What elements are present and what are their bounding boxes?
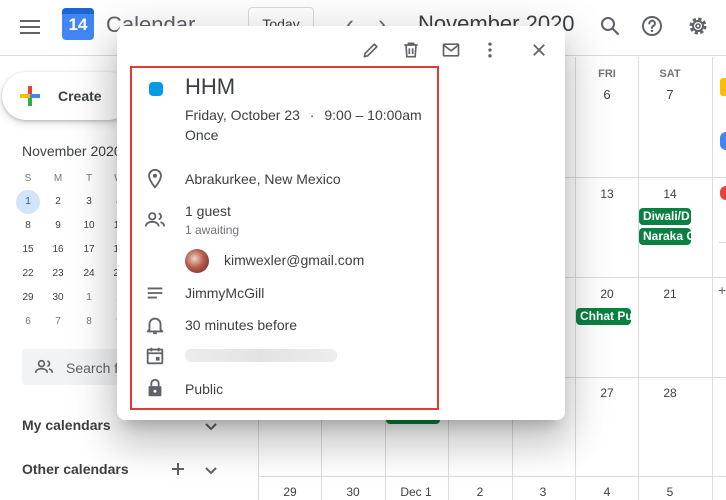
chevron-down-icon[interactable]: [203, 463, 219, 479]
event-visibility: Public: [185, 381, 224, 397]
guest-count: 1 guest: [185, 203, 231, 219]
other-calendars-heading[interactable]: Other calendars: [22, 461, 129, 477]
logo-day: 14: [68, 15, 88, 34]
calendar-icon: [146, 347, 164, 365]
event-time: 9:00 – 10:00am: [324, 107, 422, 123]
event-color-swatch: [149, 82, 163, 96]
event-datetime: Friday, October 23 · 9:00 – 10:00am: [185, 107, 422, 123]
event-description: JimmyMcGill: [185, 285, 265, 301]
chevron-down-icon[interactable]: [203, 419, 219, 435]
guests-icon: [144, 212, 166, 227]
guest-status: 1 awaiting: [185, 223, 240, 237]
mini-day[interactable]: 30: [46, 286, 70, 310]
mini-day[interactable]: 6: [16, 310, 40, 334]
guest-avatar: [185, 249, 209, 273]
mini-day[interactable]: 16: [46, 238, 70, 262]
day-number[interactable]: 21: [655, 287, 685, 301]
more-options-icon[interactable]: [476, 36, 504, 64]
dow-header-fri: FRI: [598, 68, 616, 80]
day-number[interactable]: 5: [655, 485, 685, 499]
lock-icon: [148, 378, 162, 397]
datetime-separator: ·: [309, 107, 315, 123]
mini-dow: M: [53, 173, 63, 184]
mini-day[interactable]: 1: [16, 190, 40, 214]
people-icon: [34, 359, 54, 373]
settings-gear-icon[interactable]: [686, 14, 710, 38]
mini-day[interactable]: 3: [77, 190, 101, 214]
event-chip-diwali[interactable]: Diwali/D: [639, 208, 691, 225]
tasks-addon-icon[interactable]: [720, 132, 726, 150]
mini-day[interactable]: 8: [16, 214, 40, 238]
contacts-addon-icon[interactable]: [720, 186, 726, 200]
delete-event-icon[interactable]: [397, 36, 425, 64]
guest-email[interactable]: kimwexler@gmail.com: [224, 252, 364, 268]
close-popup-icon[interactable]: [525, 36, 553, 64]
mini-day[interactable]: 22: [16, 262, 40, 286]
mini-day[interactable]: 24: [77, 262, 101, 286]
calendar-logo-icon[interactable]: 14: [62, 8, 94, 40]
my-calendars-heading[interactable]: My calendars: [22, 417, 111, 433]
day-number[interactable]: 14: [655, 187, 685, 201]
mini-calendar-month: November 2020: [22, 143, 122, 159]
help-icon[interactable]: [640, 14, 664, 38]
mini-day[interactable]: 9: [46, 214, 70, 238]
search-icon[interactable]: [598, 14, 622, 38]
description-icon: [147, 287, 163, 299]
event-chip-naraka[interactable]: Naraka C: [639, 228, 691, 245]
mini-day[interactable]: 1: [77, 286, 101, 310]
mini-day[interactable]: 17: [77, 238, 101, 262]
create-plus-icon: [20, 86, 40, 106]
addon-divider: [719, 242, 726, 243]
location-pin-icon: [148, 168, 162, 189]
day-number[interactable]: 7: [655, 87, 685, 102]
mini-day[interactable]: 7: [46, 310, 70, 334]
main-menu-icon[interactable]: [18, 16, 42, 40]
email-guests-icon[interactable]: [437, 36, 465, 64]
side-panel-divider: [712, 57, 713, 500]
day-number[interactable]: 20: [592, 287, 622, 301]
dow-header-sat: SAT: [659, 68, 681, 80]
event-reminder: 30 minutes before: [185, 317, 298, 333]
day-number[interactable]: 3: [528, 485, 558, 499]
day-number[interactable]: 29: [275, 485, 305, 499]
event-chip-chhat[interactable]: Chhat Pu: [576, 308, 631, 325]
reminder-bell-icon: [146, 317, 164, 335]
create-button[interactable]: Create: [2, 72, 132, 120]
mini-day[interactable]: 23: [46, 262, 70, 286]
mini-day[interactable]: 10: [77, 214, 101, 238]
day-number[interactable]: 2: [465, 485, 495, 499]
keep-addon-icon[interactable]: [720, 78, 726, 96]
get-addons-plus-icon[interactable]: +: [718, 282, 726, 298]
mini-day[interactable]: 8: [77, 310, 101, 334]
create-label: Create: [58, 88, 102, 104]
add-calendar-plus-icon[interactable]: [170, 461, 186, 477]
event-location[interactable]: Abrakurkee, New Mexico: [185, 171, 341, 187]
day-number[interactable]: 6: [592, 87, 622, 102]
mini-dow: S: [24, 173, 32, 184]
day-number[interactable]: 13: [592, 187, 622, 201]
day-number[interactable]: 27: [592, 386, 622, 400]
mini-day[interactable]: 2: [46, 190, 70, 214]
mini-dow: T: [85, 173, 93, 184]
mini-day[interactable]: 15: [16, 238, 40, 262]
event-date: Friday, October 23: [185, 107, 300, 123]
day-number[interactable]: 30: [338, 485, 368, 499]
day-number[interactable]: 4: [592, 485, 622, 499]
event-title: HHM: [185, 74, 236, 99]
event-recurrence: Once: [185, 127, 219, 143]
mini-day[interactable]: 29: [16, 286, 40, 310]
day-number[interactable]: 28: [655, 386, 685, 400]
edit-event-icon[interactable]: [357, 36, 385, 64]
day-number[interactable]: Dec 1: [394, 485, 438, 499]
calendar-owner-blurred: [185, 349, 337, 362]
